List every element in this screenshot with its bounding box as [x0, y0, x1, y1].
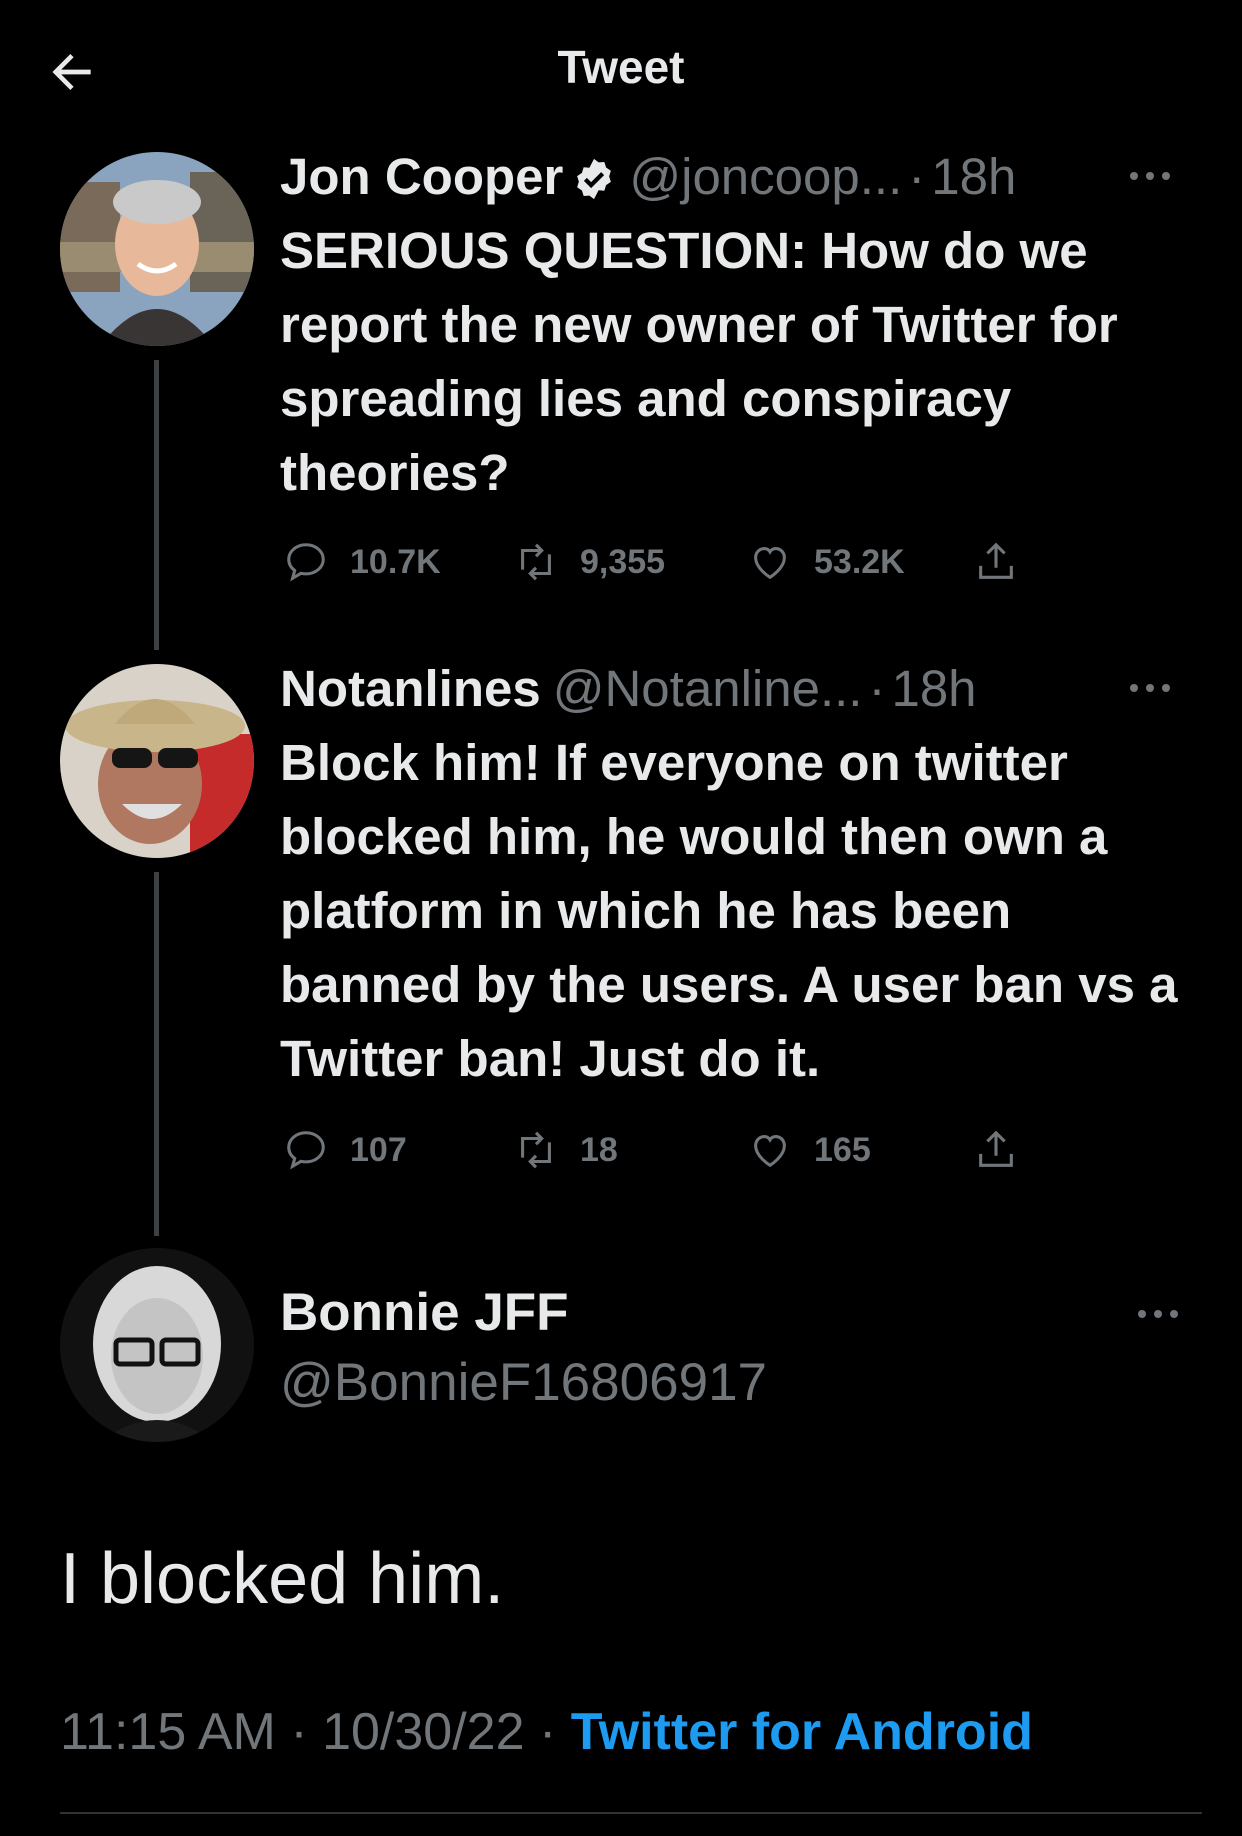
reply-count: 10.7K: [350, 542, 441, 581]
share-button[interactable]: [970, 1118, 1022, 1182]
retweet-button[interactable]: 18: [510, 1118, 618, 1182]
tweet-text: SERIOUS QUESTION: How do we report the n…: [280, 222, 1118, 501]
user-handle[interactable]: @joncoop...: [629, 146, 902, 208]
share-icon: [970, 536, 1022, 588]
reply-icon: [280, 1124, 332, 1176]
reply-button[interactable]: 10.7K: [280, 530, 441, 594]
tweet-timestamp: 11:15 AM: [60, 1703, 276, 1761]
display-name[interactable]: Notanlines: [280, 658, 541, 720]
thread-line: [154, 360, 159, 650]
tweet-actions: 10.7K 9,355 53.2K: [280, 530, 1040, 594]
reply-button[interactable]: 107: [280, 1118, 407, 1182]
user-handle[interactable]: @Notanline...: [553, 658, 863, 720]
separator: ·: [290, 1703, 308, 1761]
retweet-icon: [510, 536, 562, 588]
more-options-button[interactable]: [1120, 156, 1180, 196]
reply-icon: [280, 536, 332, 588]
like-button[interactable]: 165: [744, 1118, 871, 1182]
verified-badge-icon: [571, 154, 617, 200]
tweet-time[interactable]: 18h: [931, 146, 1016, 208]
heart-icon: [744, 536, 796, 588]
tweet-actions: 107 18 165: [280, 1118, 1040, 1182]
like-button[interactable]: 53.2K: [744, 530, 905, 594]
tweet-date: 10/30/22: [322, 1703, 525, 1761]
more-options-button[interactable]: [1120, 668, 1180, 708]
retweet-count: 18: [580, 1130, 618, 1169]
user-handle[interactable]: @BonnieF16806917: [280, 1352, 767, 1413]
avatar-notanlines[interactable]: [60, 664, 254, 858]
avatar-jon-cooper[interactable]: [60, 152, 254, 346]
separator: ·: [538, 1703, 557, 1761]
separator: ·: [908, 148, 926, 205]
thread-tweet[interactable]: Notanlines @Notanline... · 18h Block him…: [280, 658, 1180, 1096]
main-tweet-text: I blocked him.: [60, 1539, 505, 1619]
retweet-button[interactable]: 9,355: [510, 530, 665, 594]
tweet-source-link[interactable]: Twitter for Android: [571, 1703, 1033, 1761]
tweet-time[interactable]: 18h: [891, 658, 976, 720]
like-count: 53.2K: [814, 542, 905, 581]
reply-count: 107: [350, 1130, 407, 1169]
tweet-text: Block him! If everyone on twitter blocke…: [280, 734, 1178, 1087]
separator: ·: [868, 660, 886, 717]
like-count: 165: [814, 1130, 871, 1169]
thread-tweet[interactable]: Jon Cooper @joncoop... · 18h SERIOUS QUE…: [280, 146, 1180, 510]
more-dots-icon: [1130, 172, 1170, 180]
more-options-button[interactable]: [1128, 1294, 1188, 1334]
more-dots-icon: [1130, 684, 1170, 692]
display-name[interactable]: Jon Cooper: [280, 146, 563, 208]
share-button[interactable]: [970, 530, 1022, 594]
avatar-bonnie-jff[interactable]: [60, 1248, 254, 1442]
tweet-meta: 11:15 AM · 10/30/22 · Twitter for Androi…: [60, 1702, 1033, 1762]
share-icon: [970, 1124, 1022, 1176]
tweet-header: Jon Cooper @joncoop... · 18h: [280, 146, 1180, 208]
divider: [60, 1812, 1202, 1814]
thread-line: [154, 872, 159, 1236]
page-title: Tweet: [557, 41, 685, 93]
retweet-icon: [510, 1124, 562, 1176]
display-name[interactable]: Bonnie JFF: [280, 1282, 569, 1343]
tweet-header: Notanlines @Notanline... · 18h: [280, 658, 1180, 720]
more-dots-icon: [1138, 1310, 1178, 1318]
top-bar: Tweet: [0, 0, 1242, 140]
heart-icon: [744, 1124, 796, 1176]
retweet-count: 9,355: [580, 542, 666, 581]
